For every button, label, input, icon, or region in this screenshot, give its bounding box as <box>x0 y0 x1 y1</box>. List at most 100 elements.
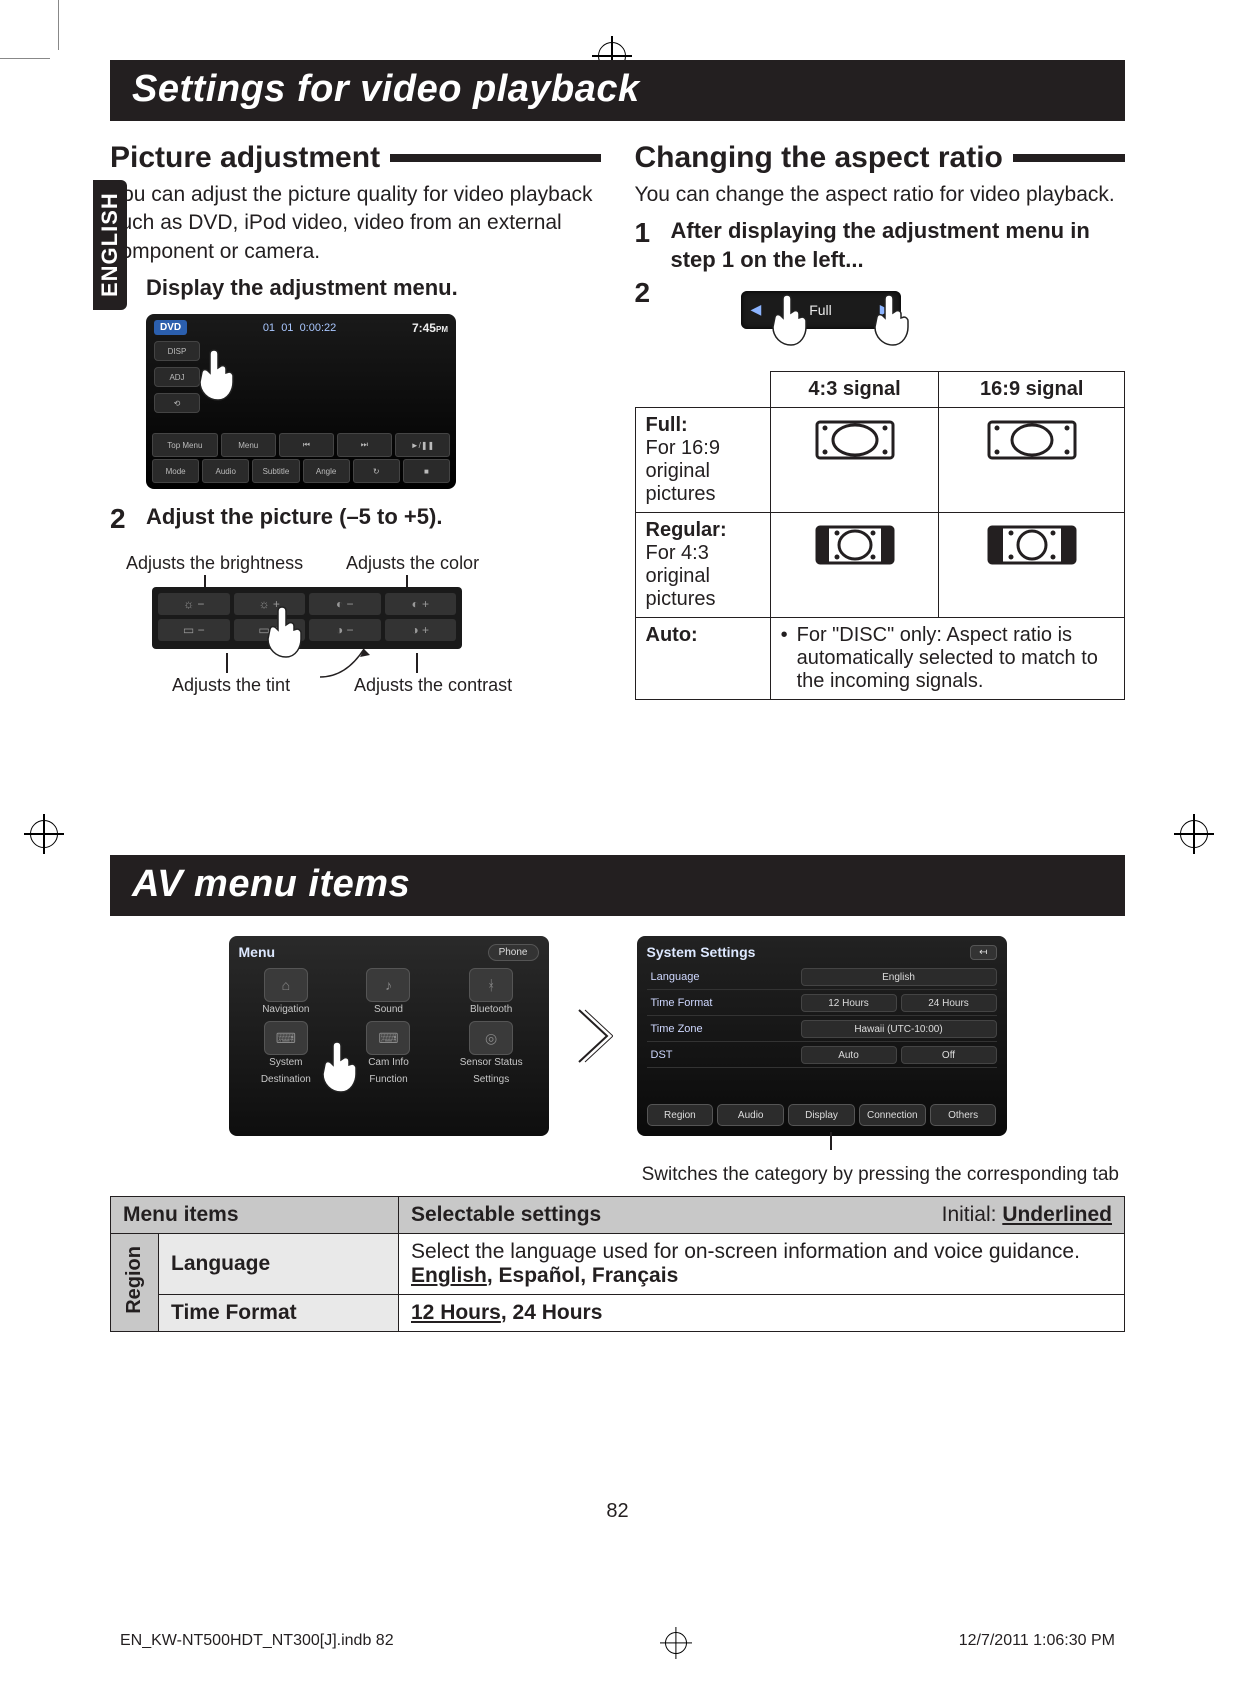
playpause-icon[interactable]: ►/❚❚ <box>395 433 450 457</box>
heading-rule <box>390 154 600 162</box>
arrow-right-icon <box>573 1006 613 1066</box>
heading-picture-adjustment: Picture adjustment <box>110 141 380 175</box>
aspect-regular-43-icon <box>781 519 929 571</box>
row-timeformat: Time Format <box>159 1295 399 1332</box>
step-number-2b: 2 <box>635 277 657 309</box>
tab-audio[interactable]: Audio <box>717 1104 784 1126</box>
menu-button[interactable]: Menu <box>221 433 276 457</box>
registration-mark-icon <box>665 1632 687 1654</box>
aspect-value: Full <box>809 302 832 318</box>
settings-tf-24[interactable]: 24 Hours <box>901 994 997 1012</box>
tab-connection[interactable]: Connection <box>859 1104 926 1126</box>
label-tint: Adjusts the tint <box>172 675 290 696</box>
footer-timestamp: 12/7/2011 1:06:30 PM <box>959 1632 1115 1654</box>
th-menu-items: Menu items <box>111 1197 399 1234</box>
picture-adjust-figure: Adjusts the brightness Adjusts the color… <box>126 535 601 725</box>
tint-plus[interactable]: ▭ + <box>234 619 306 641</box>
mode-button[interactable]: Mode <box>152 459 199 483</box>
crop-mark <box>58 0 59 50</box>
contrast-minus[interactable]: ◑ − <box>309 619 381 641</box>
brightness-plus[interactable]: ☼ + <box>234 593 306 615</box>
label-contrast: Adjusts the contrast <box>354 675 512 696</box>
settings-timeformat-key: Time Format <box>647 997 801 1009</box>
menu-item-bluetooth[interactable]: Bluetooth <box>470 1004 512 1015</box>
registration-mark <box>1180 820 1208 848</box>
aspect-full-169-icon <box>949 414 1114 466</box>
sensor-icon[interactable]: ◎ <box>469 1021 513 1055</box>
aspect-intro-text: You can change the aspect ratio for vide… <box>635 181 1126 209</box>
contrast-plus[interactable]: ◑ + <box>385 619 457 641</box>
tab-region[interactable]: Region <box>647 1104 714 1126</box>
color-plus[interactable]: ◐ + <box>385 593 457 615</box>
aspect-regular-169-icon <box>949 519 1114 571</box>
bluetooth-icon[interactable]: ᚼ <box>469 968 513 1002</box>
av-menu-table: Menu items Selectable settings Initial: … <box>110 1196 1125 1332</box>
sound-icon[interactable]: ♪ <box>366 968 410 1002</box>
th-selectable-settings: Selectable settings Initial: Underlined <box>399 1197 1125 1234</box>
heading-aspect-ratio: Changing the aspect ratio <box>635 141 1003 175</box>
prev-aspect-icon[interactable]: ◀ <box>751 301 762 318</box>
move-button[interactable]: ⟲ <box>154 393 200 413</box>
heading-rule <box>1013 154 1125 162</box>
dvd-badge: DVD <box>154 320 187 335</box>
tint-minus[interactable]: ▭ − <box>158 619 230 641</box>
back-icon[interactable]: ↤ <box>970 945 996 960</box>
caminfo-icon[interactable]: ⌨ <box>366 1021 410 1055</box>
row-regular-label: Regular:For 4:3 original pictures <box>635 512 770 617</box>
menu-item-sensor[interactable]: Sensor Status <box>460 1057 523 1068</box>
row-auto-label: Auto: <box>635 617 770 699</box>
topmenu-button[interactable]: Top Menu <box>152 433 218 457</box>
menu-item-caminfo[interactable]: Cam Info <box>368 1057 409 1068</box>
color-minus[interactable]: ◐ − <box>309 593 381 615</box>
nav-icon[interactable]: ⌂ <box>264 968 308 1002</box>
row-language: Language <box>159 1234 399 1295</box>
system-settings-screenshot: System Settings ↤ LanguageEnglish Time F… <box>637 936 1007 1136</box>
row-auto-desc: For "DISC" only: Aspect ratio is automat… <box>770 617 1124 699</box>
scr-track: 01 01 0:00:22 <box>263 322 336 334</box>
step-number-1b: 1 <box>635 217 657 249</box>
settings-timezone-value[interactable]: Hawaii (UTC-10:00) <box>801 1020 997 1038</box>
menu-item-system[interactable]: System <box>269 1057 302 1068</box>
adj-button[interactable]: ADJ <box>154 367 200 387</box>
tab-others[interactable]: Others <box>930 1104 997 1126</box>
settings-dst-auto[interactable]: Auto <box>801 1046 897 1064</box>
disp-button[interactable]: DISP <box>154 341 200 361</box>
picture-intro-text: You can adjust the picture quality for v… <box>110 181 601 266</box>
next-icon[interactable]: ⏭ <box>337 433 392 457</box>
audio-button[interactable]: Audio <box>202 459 249 483</box>
language-tab: ENGLISH <box>93 180 127 310</box>
menu-item-destination[interactable]: Destination <box>261 1074 311 1085</box>
stop-icon[interactable]: ■ <box>403 459 450 483</box>
row-timeformat-settings: 12 Hours, 24 Hours <box>399 1295 1125 1332</box>
footer-filename: EN_KW-NT500HDT_NT300[J].indb 82 <box>120 1632 394 1654</box>
tab-display[interactable]: Display <box>788 1104 855 1126</box>
subtitle-button[interactable]: Subtitle <box>252 459 299 483</box>
next-aspect-icon[interactable]: ▶ <box>880 301 891 318</box>
prev-icon[interactable]: ⏮ <box>279 433 334 457</box>
step1-text: Display the adjustment menu. <box>146 274 458 303</box>
scr-clock: 7:45PM <box>412 321 448 335</box>
row-full-label: Full:For 16:9 original pictures <box>635 407 770 512</box>
registration-mark <box>30 820 58 848</box>
aspect-selector[interactable]: ◀ Full ▶ <box>741 291 901 329</box>
system-icon[interactable]: ⌨ <box>264 1021 308 1055</box>
page-title-settings-playback: Settings for video playback <box>110 60 1125 121</box>
pointer-curve-icon <box>316 643 376 683</box>
th-43-signal: 4:3 signal <box>770 371 939 407</box>
category-region: Region <box>111 1234 159 1332</box>
aspect-ratio-table: 4:3 signal 16:9 signal Full:For 16:9 ori… <box>635 371 1126 700</box>
menu-item-settings[interactable]: Settings <box>473 1074 509 1085</box>
settings-tf-12[interactable]: 12 Hours <box>801 994 897 1012</box>
brightness-minus[interactable]: ☼ − <box>158 593 230 615</box>
step2-text: Adjust the picture (–5 to +5). <box>146 503 442 532</box>
menu-item-sound[interactable]: Sound <box>374 1004 403 1015</box>
angle-button[interactable]: Angle <box>303 459 350 483</box>
repeat-icon[interactable]: ↻ <box>353 459 400 483</box>
settings-dst-off[interactable]: Off <box>901 1046 997 1064</box>
menu-item-navigation[interactable]: Navigation <box>262 1004 309 1015</box>
settings-timezone-key: Time Zone <box>647 1023 801 1035</box>
phone-button[interactable]: Phone <box>488 944 539 961</box>
settings-language-value[interactable]: English <box>801 968 997 986</box>
settings-language-key: Language <box>647 971 801 983</box>
menu-item-function[interactable]: Function <box>369 1074 407 1085</box>
